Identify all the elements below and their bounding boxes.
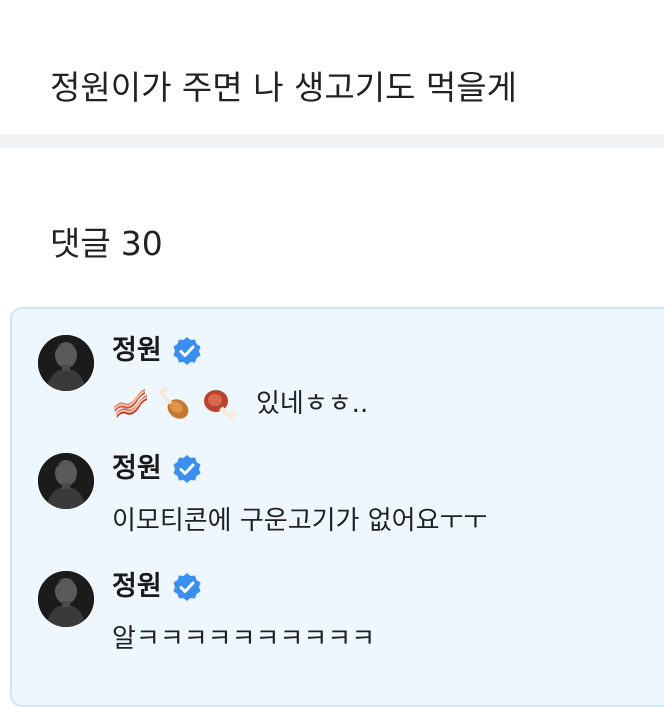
post-text: 정원이가 주면 나 생고기도 먹을게 — [50, 68, 517, 107]
avatar-photo — [38, 453, 94, 509]
author-row: 정원 — [112, 567, 202, 607]
author-row: 정원 — [112, 331, 202, 371]
comment-item: 정원 알ㅋㅋㅋㅋㅋㅋㅋㅋㅋㅋ — [12, 545, 664, 661]
author-name[interactable]: 정원 — [112, 451, 162, 487]
author-row: 정원 — [112, 449, 202, 489]
comment-message: 이모티콘에 구운고기가 없어요ㅜㅜ — [112, 506, 488, 536]
section-divider — [0, 134, 664, 148]
comments-count: 30 — [120, 224, 163, 263]
comment-message: 알ㅋㅋㅋㅋㅋㅋㅋㅋㅋㅋ — [112, 624, 376, 654]
avatar-photo — [38, 571, 94, 627]
meat-on-bone-emoji-icon — [200, 385, 238, 423]
avatar[interactable] — [38, 335, 94, 391]
avatar[interactable] — [38, 571, 94, 627]
comment-message: 있네ㅎㅎ.. — [256, 389, 369, 419]
comment-text: 알ㅋㅋㅋㅋㅋㅋㅋㅋㅋㅋ — [112, 621, 375, 657]
comment-text: 이모티콘에 구운고기가 없어요ㅜㅜ — [112, 503, 487, 539]
author-name[interactable]: 정원 — [112, 333, 162, 369]
comment-text: 있네ㅎㅎ.. — [112, 385, 368, 423]
comment-thread: 정원 있네ㅎㅎ.. 정원 이모티콘에 구운고기가 없어요ㅜㅜ 정원 알ㅋㅋㅋㅋㅋ… — [10, 307, 664, 707]
comments-header: 댓글 30 — [50, 222, 163, 266]
comment-item: 정원 이모티콘에 구운고기가 없어요ㅜㅜ — [12, 427, 664, 543]
verified-badge-icon — [172, 572, 202, 602]
comment-item: 정원 있네ㅎㅎ.. — [12, 309, 664, 425]
avatar[interactable] — [38, 453, 94, 509]
author-name[interactable]: 정원 — [112, 569, 162, 605]
avatar-photo — [38, 335, 94, 391]
comments-label: 댓글 — [50, 224, 111, 263]
bacon-emoji-icon — [112, 385, 150, 423]
verified-badge-icon — [172, 336, 202, 366]
verified-badge-icon — [172, 454, 202, 484]
poultry-leg-emoji-icon — [156, 385, 194, 423]
